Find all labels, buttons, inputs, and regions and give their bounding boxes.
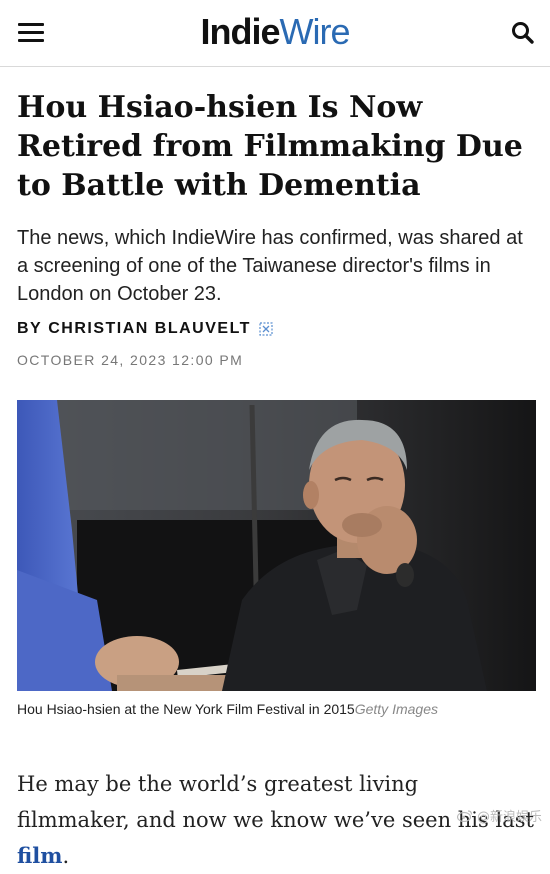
logo-wire: Wire [279, 11, 351, 52]
search-icon [512, 22, 534, 44]
site-logo[interactable]: IndieWire [0, 12, 550, 52]
logo-indie: Indie [200, 11, 280, 52]
photo-caption: Hou Hsiao-hsien at the New York Film Fes… [17, 699, 532, 719]
article-headline: Hou Hsiao-hsien Is Now Retired from Film… [17, 90, 523, 203]
byline-prefix: BY [17, 320, 43, 337]
photo-illustration [17, 400, 536, 691]
search-button[interactable] [510, 20, 536, 46]
article-photo [17, 400, 536, 691]
weibo-logo-icon [456, 810, 473, 822]
byline: BY CHRISTIAN BLAUVELT [17, 320, 273, 338]
article-dek: The news, which IndieWire has confirmed,… [17, 227, 523, 305]
site-header: IndieWire [0, 0, 550, 67]
watermark-text: @新浪娱乐 [476, 810, 542, 825]
author-link[interactable]: CHRISTIAN BLAUVELT [48, 320, 251, 338]
film-link[interactable]: film [17, 843, 62, 868]
publish-date: OCTOBER 24, 2023 12:00 PM [17, 352, 244, 368]
body-text-end: . [62, 844, 70, 868]
caption-credit: Getty Images [354, 701, 438, 717]
source-watermark: @新浪娱乐 [456, 806, 542, 825]
caption-text: Hou Hsiao-hsien at the New York Film Fes… [17, 701, 355, 717]
author-expand-icon[interactable] [259, 322, 273, 336]
